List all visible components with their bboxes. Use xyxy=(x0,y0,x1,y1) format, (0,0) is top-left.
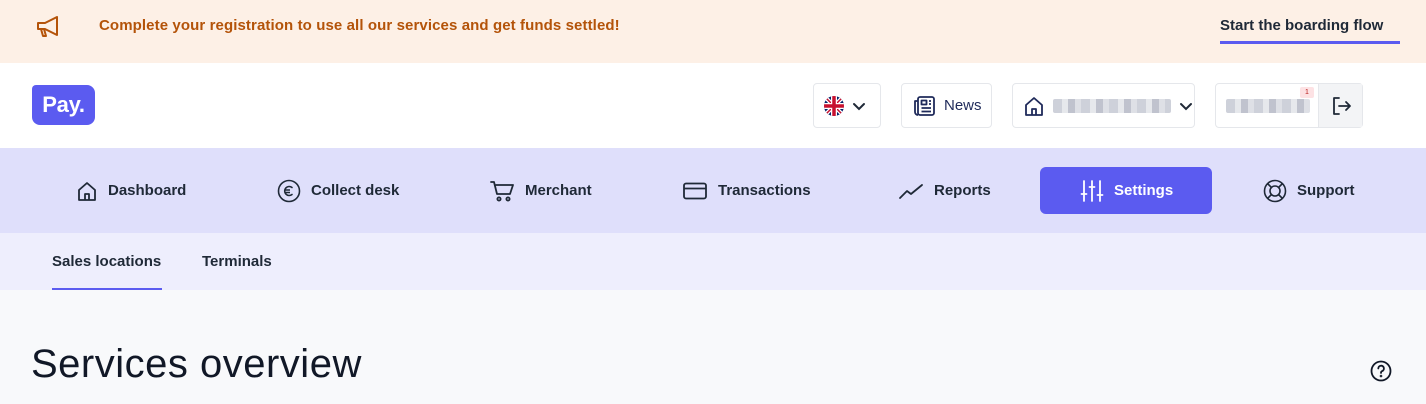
nav-transactions[interactable]: Transactions xyxy=(682,167,811,214)
cart-icon xyxy=(490,180,514,201)
tab-terminals[interactable]: Terminals xyxy=(202,253,272,270)
nav-label: Support xyxy=(1297,182,1355,199)
home-icon xyxy=(78,181,96,201)
cta-underline xyxy=(1220,41,1400,44)
home-icon xyxy=(1025,96,1043,116)
main-content: Services overview xyxy=(0,290,1426,404)
news-button[interactable]: News xyxy=(901,83,992,128)
nav-label: Settings xyxy=(1114,182,1174,199)
registration-banner: Complete your registration to use all ou… xyxy=(0,0,1426,63)
chevron-down-icon xyxy=(853,102,865,110)
notification-badge: 1 xyxy=(1300,87,1314,98)
news-label: News xyxy=(944,97,982,114)
nav-merchant[interactable]: Merchant xyxy=(489,167,592,214)
megaphone-icon xyxy=(37,16,58,37)
help-icon[interactable] xyxy=(1370,360,1392,382)
logout-button[interactable] xyxy=(1318,84,1362,127)
user-name-redacted xyxy=(1226,98,1310,113)
uk-flag-icon xyxy=(824,95,844,116)
nav-dashboard[interactable]: Dashboard xyxy=(76,167,186,214)
nav-reports[interactable]: Reports xyxy=(898,167,991,214)
start-boarding-link[interactable]: Start the boarding flow xyxy=(1220,17,1383,34)
card-icon xyxy=(683,182,707,199)
nav-label: Reports xyxy=(934,182,991,199)
nav-collect-desk[interactable]: Collect desk xyxy=(277,167,399,214)
nav-support[interactable]: Support xyxy=(1263,167,1355,214)
logout-icon xyxy=(1332,96,1351,115)
sliders-icon xyxy=(1080,179,1104,202)
nav-label: Transactions xyxy=(718,182,811,199)
main-nav: Dashboard Collect desk Merchant Transact… xyxy=(0,148,1426,233)
page-title: Services overview xyxy=(31,342,362,386)
newspaper-icon xyxy=(914,95,935,116)
store-name-redacted xyxy=(1053,98,1171,113)
store-selector[interactable] xyxy=(1012,83,1195,128)
lifebuoy-icon xyxy=(1263,179,1287,202)
nav-label: Collect desk xyxy=(311,182,400,199)
banner-message: Complete your registration to use all ou… xyxy=(99,17,620,34)
nav-label: Merchant xyxy=(525,182,592,199)
nav-label: Dashboard xyxy=(108,182,187,199)
euro-icon xyxy=(277,179,301,202)
pay-logo[interactable]: Pay. xyxy=(32,85,95,125)
user-menu[interactable]: 1 xyxy=(1215,83,1363,128)
language-selector[interactable] xyxy=(813,83,881,128)
settings-subnav: Sales locations Terminals xyxy=(0,233,1426,290)
nav-settings[interactable]: Settings xyxy=(1040,167,1212,214)
top-header: Pay. News 1 xyxy=(0,63,1426,148)
trend-icon xyxy=(899,183,923,199)
tab-sales-locations[interactable]: Sales locations xyxy=(52,253,161,270)
chevron-down-icon xyxy=(1180,102,1192,110)
